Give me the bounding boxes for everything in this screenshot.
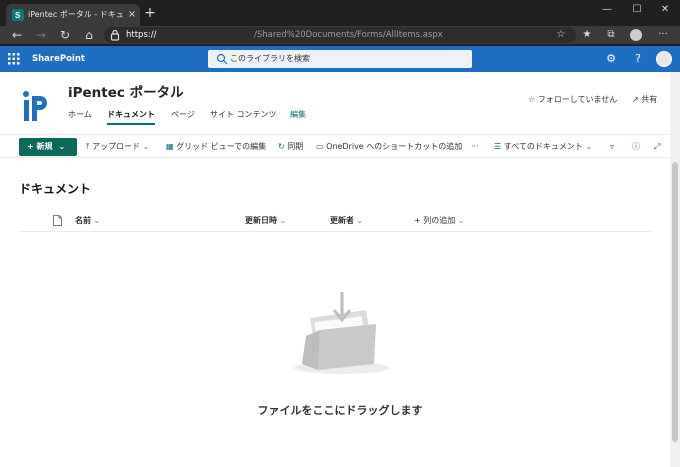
scrollbar-thumb[interactable] bbox=[672, 162, 678, 442]
more-commands-button[interactable]: ··· bbox=[471, 139, 479, 155]
address-bar: ← → ↻ ⌂ https:// /Shared%20Documents/For… bbox=[0, 26, 680, 44]
grid-icon: ▦ bbox=[166, 142, 177, 151]
search-icon bbox=[216, 53, 228, 65]
site-title[interactable]: iPentec ポータル bbox=[68, 83, 268, 103]
suite-bar: SharePoint このライブラリを検索 ⚙ ? bbox=[0, 46, 680, 72]
account-avatar[interactable] bbox=[656, 51, 672, 67]
chevron-down-icon: ⌄ bbox=[582, 142, 593, 151]
new-button[interactable]: + 新規 ⌄ bbox=[19, 138, 77, 156]
filter-icon[interactable]: ▿ bbox=[610, 139, 614, 155]
library-title: ドキュメント bbox=[19, 182, 92, 196]
follow-button[interactable]: ☆ フォローしていません bbox=[528, 94, 628, 106]
url-scheme: https:// bbox=[126, 30, 157, 40]
add-column-button[interactable]: + 列の追加 ⌄ bbox=[414, 214, 465, 228]
view-selector[interactable]: ☰ すべてのドキュメント ⌄ bbox=[494, 139, 592, 155]
app-launcher-icon[interactable] bbox=[8, 53, 20, 65]
empty-folder-illustration bbox=[294, 292, 390, 374]
expand-icon[interactable]: ⤢ bbox=[654, 139, 660, 155]
chevron-down-icon: ⌄ bbox=[354, 216, 364, 225]
command-bar: + 新規 ⌄ ⤒ アップロード ⌄ ▦ グリッド ビューでの編集 ↻ 同期 ▭ O… bbox=[0, 134, 670, 158]
tab-title: iPentec ポータル - ドキュメント - すべ bbox=[28, 10, 124, 19]
back-arrow-icon[interactable]: ← bbox=[8, 26, 26, 44]
settings-gear-icon[interactable]: ⚙ bbox=[601, 46, 621, 72]
chevron-down-icon: ⌄ bbox=[455, 216, 465, 225]
share-icon: ↗ bbox=[632, 95, 642, 104]
refresh-icon[interactable]: ↻ bbox=[56, 26, 74, 44]
chevron-down-icon: ⌄ bbox=[58, 142, 66, 151]
lock-icon bbox=[110, 29, 120, 41]
nav-home[interactable]: ホーム bbox=[68, 108, 92, 122]
page-scrollbar[interactable] bbox=[670, 72, 680, 467]
browser-tab[interactable]: S iPentec ポータル - ドキュメント - すべ × bbox=[6, 4, 140, 26]
collections-icon[interactable]: ⧉ bbox=[602, 26, 620, 44]
upload-button[interactable]: ⤒ アップロード ⌄ bbox=[86, 139, 149, 155]
column-modified[interactable]: 更新日時 ⌄ bbox=[245, 214, 286, 228]
list-view-icon: ☰ bbox=[494, 142, 504, 151]
new-tab-button[interactable]: + bbox=[143, 4, 157, 22]
maximize-button[interactable]: ☐ bbox=[622, 0, 652, 20]
nav-pages[interactable]: ページ bbox=[171, 108, 195, 122]
column-modified-by[interactable]: 更新者 ⌄ bbox=[330, 214, 363, 228]
sync-button[interactable]: ↻ 同期 bbox=[278, 139, 303, 155]
nav-active-indicator bbox=[107, 123, 155, 125]
grid-edit-button[interactable]: ▦ グリッド ビューでの編集 bbox=[166, 139, 266, 155]
plus-icon: + bbox=[27, 142, 37, 151]
minimize-button[interactable]: — bbox=[592, 0, 622, 20]
search-placeholder: このライブラリを検索 bbox=[230, 54, 310, 63]
url-field[interactable]: https:// /Shared%20Documents/Forms/AllIt… bbox=[104, 27, 576, 43]
chevron-down-icon: ⌄ bbox=[277, 216, 287, 225]
home-icon[interactable]: ⌂ bbox=[80, 26, 98, 44]
chevron-down-icon: ⌄ bbox=[91, 216, 101, 225]
column-name[interactable]: 名前 ⌄ bbox=[75, 214, 100, 228]
close-window-button[interactable]: ✕ bbox=[650, 0, 680, 20]
browser-tab-bar: S iPentec ポータル - ドキュメント - すべ × + — ☐ ✕ bbox=[0, 0, 680, 26]
share-button[interactable]: ↗ 共有 bbox=[632, 94, 666, 106]
empty-state-message: ファイルをここにドラッグします bbox=[257, 404, 423, 417]
nav-documents[interactable]: ドキュメント bbox=[107, 108, 155, 122]
file-type-icon[interactable] bbox=[53, 215, 62, 226]
page-content: iPentec ポータル ホーム ドキュメント ページ サイト コンテンツ 編集… bbox=[0, 72, 670, 467]
tab-close-icon[interactable]: × bbox=[126, 8, 138, 22]
nav-site-contents[interactable]: サイト コンテンツ bbox=[210, 108, 277, 122]
onedrive-shortcut-button[interactable]: ▭ OneDrive へのショートカットの追加 bbox=[316, 139, 462, 155]
sync-icon: ↻ bbox=[278, 142, 288, 151]
search-input[interactable]: このライブラリを検索 bbox=[208, 50, 472, 68]
info-icon[interactable]: ⓘ bbox=[632, 139, 640, 155]
profile-avatar[interactable] bbox=[630, 29, 642, 41]
more-menu-icon[interactable]: ··· bbox=[654, 26, 672, 44]
list-header: 名前 ⌄ 更新日時 ⌄ 更新者 ⌄ + 列の追加 ⌄ bbox=[19, 210, 651, 232]
star-outline-icon: ☆ bbox=[528, 95, 538, 104]
shortcut-icon: ▭ bbox=[316, 142, 327, 151]
favorite-star-icon[interactable]: ☆ bbox=[554, 27, 568, 43]
forward-arrow-icon[interactable]: → bbox=[32, 26, 50, 44]
chevron-down-icon: ⌄ bbox=[140, 142, 150, 151]
nav-edit-link[interactable]: 編集 bbox=[290, 108, 306, 122]
help-icon[interactable]: ? bbox=[628, 46, 648, 72]
favorites-icon[interactable]: ★ bbox=[578, 26, 596, 44]
sharepoint-brand-link[interactable]: SharePoint bbox=[32, 46, 112, 72]
url-path: /Shared%20Documents/Forms/AllItems.aspx bbox=[254, 30, 443, 40]
sharepoint-favicon-icon: S bbox=[12, 9, 24, 21]
site-logo[interactable] bbox=[22, 90, 50, 122]
svg-text:S: S bbox=[15, 11, 21, 20]
